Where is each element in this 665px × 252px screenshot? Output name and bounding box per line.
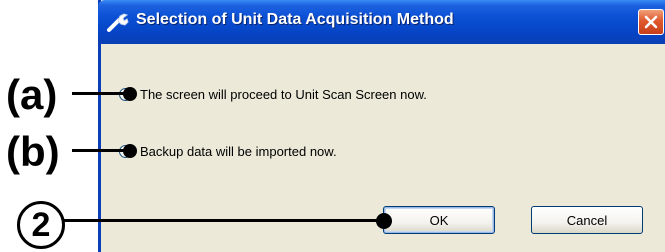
option-label-backup: Backup data will be imported now. [140,143,337,159]
option-import-backup[interactable]: Backup data will be imported now. [119,141,337,161]
close-button[interactable] [638,9,664,35]
callout-2-dot [376,213,392,229]
callout-b-label: (b) [6,128,60,175]
option-label-unit-scan: The screen will proceed to Unit Scan Scr… [140,86,427,102]
wrench-icon [106,10,132,34]
close-icon [644,15,658,29]
callout-b-dot [123,144,137,158]
ok-button[interactable]: OK [383,206,495,234]
callout-2-leader [64,219,389,222]
cancel-button[interactable]: Cancel [531,206,643,234]
callout-2-circle: 2 [17,201,65,249]
callout-a-dot [123,87,137,101]
callout-a-label: (a) [6,71,58,118]
dialog-title: Selection of Unit Data Acquisition Metho… [136,11,454,28]
title-bar[interactable]: Selection of Unit Data Acquisition Metho… [98,0,665,44]
option-proceed-unit-scan[interactable]: The screen will proceed to Unit Scan Scr… [119,84,427,104]
